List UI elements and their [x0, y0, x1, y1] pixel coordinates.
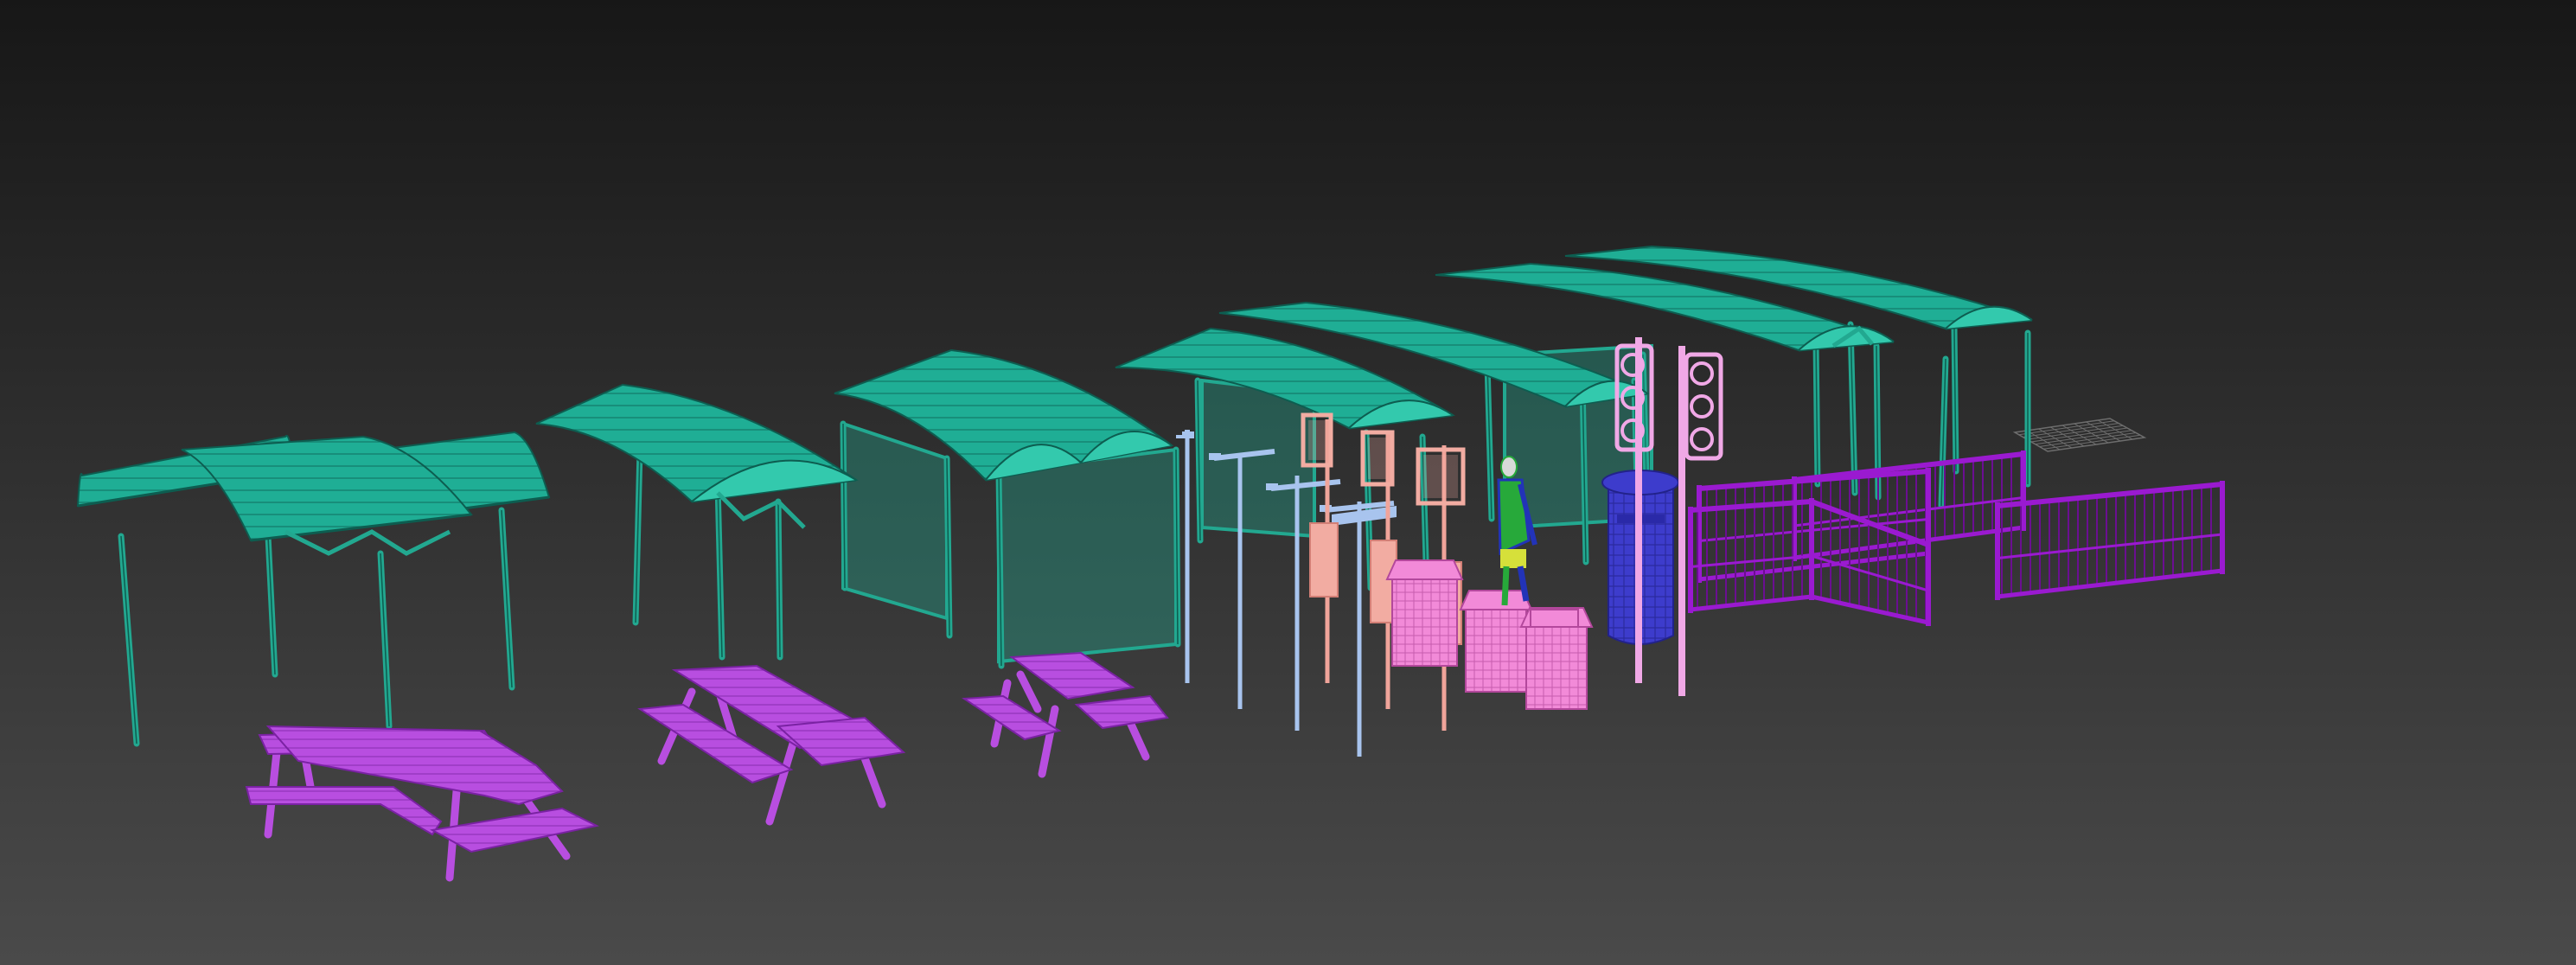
- light-pole-1-lamp: [1182, 431, 1194, 438]
- litter-bin-1: [1385, 559, 1464, 667]
- sign-pole-1-face: [1308, 420, 1326, 460]
- litter-bin-2: [1459, 590, 1533, 693]
- shelter-panel: [841, 421, 949, 621]
- figure-hips: [1500, 549, 1526, 568]
- litter-bin-2-wire: [1466, 610, 1526, 692]
- sign-panel-lower-1: [1309, 522, 1339, 598]
- litter-bin-1-wire: [1392, 579, 1457, 666]
- litter-bin-1-lid: [1385, 559, 1464, 580]
- fence-front-bars: [1689, 499, 1813, 612]
- figure-head: [1500, 456, 1518, 478]
- sign-pole-3-face: [1423, 455, 1458, 498]
- shelter-panel: [997, 447, 1178, 664]
- litter-bin-3-top: [1530, 609, 1579, 628]
- litter-bin-3-wire: [1526, 627, 1587, 709]
- 3d-viewport[interactable]: [0, 0, 2576, 965]
- fence-front: [1688, 498, 1814, 613]
- scene-canvas[interactable]: [0, 0, 2576, 965]
- sign-pole-2-face: [1368, 438, 1387, 479]
- light-pole-2-lamp: [1209, 453, 1221, 460]
- litter-bin-2-lid: [1459, 590, 1533, 610]
- figure-leg: [1501, 566, 1510, 606]
- light-pole-3-lamp: [1266, 483, 1278, 490]
